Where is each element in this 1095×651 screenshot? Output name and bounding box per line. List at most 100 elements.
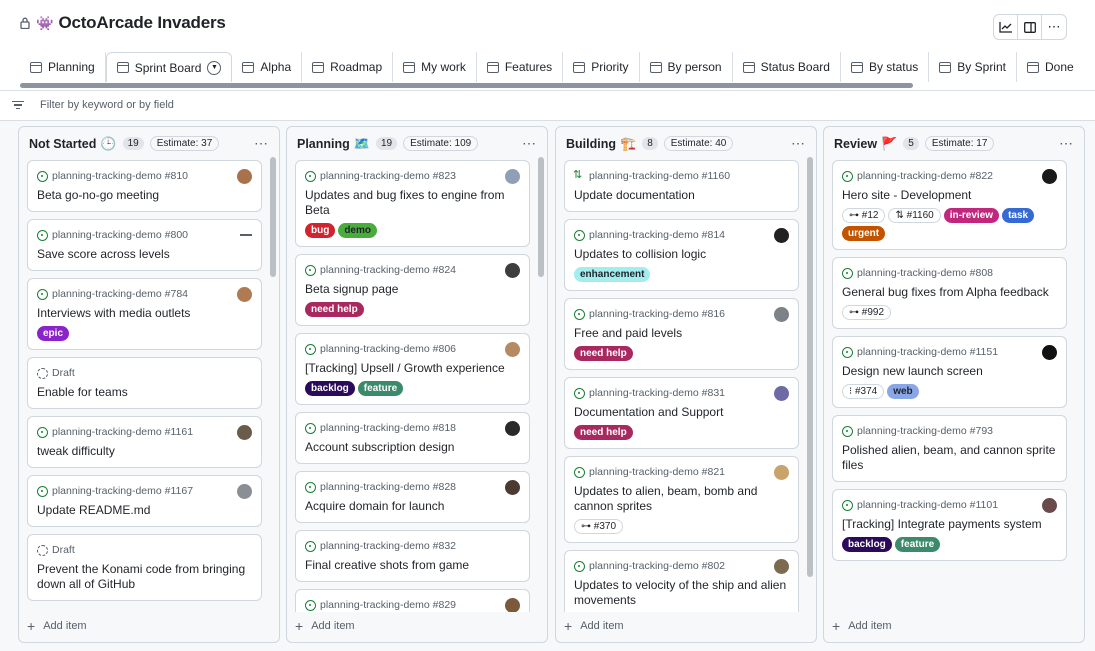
tab-priority[interactable]: Priority (563, 52, 640, 82)
item-title[interactable]: Enable for teams (37, 385, 252, 400)
column-scrollbar[interactable] (807, 157, 813, 577)
item-reference[interactable]: planning-tracking-demo #793 (857, 425, 993, 437)
tabs-scrollbar[interactable] (20, 83, 913, 88)
item-reference[interactable]: planning-tracking-demo #1167 (52, 485, 193, 497)
item-title[interactable]: Documentation and Support (574, 405, 789, 420)
item-title[interactable]: Save score across levels (37, 247, 252, 262)
label-epic[interactable]: epic (37, 326, 70, 341)
item-reference[interactable]: planning-tracking-demo #806 (320, 343, 456, 355)
avatar[interactable] (505, 169, 520, 184)
tab-by-person[interactable]: By person (640, 52, 733, 82)
chevron-down-icon[interactable]: ▼ (207, 60, 222, 75)
avatar[interactable] (1042, 169, 1057, 184)
item-card[interactable]: planning-tracking-demo #810 Beta go-no-go… (27, 160, 262, 212)
more-options-button[interactable]: ⋯ (1042, 15, 1066, 39)
label-task[interactable]: task (1002, 208, 1035, 223)
avatar[interactable] (774, 465, 789, 480)
linked-ref[interactable]: ⊶ #12 (842, 208, 886, 223)
item-card[interactable]: planning-tracking-demo #814 Updates to co… (564, 219, 799, 291)
avatar[interactable] (774, 307, 789, 322)
item-reference[interactable]: planning-tracking-demo #1160 (589, 170, 730, 182)
tab-alpha[interactable]: Alpha (232, 52, 303, 82)
item-title[interactable]: Polished alien, beam, and cannon sprite … (842, 443, 1057, 473)
linked-ref[interactable]: ⊶ #370 (574, 519, 624, 534)
item-card[interactable]: Draft Enable for teams (27, 357, 262, 409)
item-title[interactable]: Prevent the Konami code from bringing do… (37, 562, 252, 592)
label-backlog[interactable]: backlog (842, 537, 892, 552)
avatar[interactable] (774, 386, 789, 401)
label-feature[interactable]: feature (357, 381, 404, 396)
avatar[interactable] (505, 263, 520, 278)
avatar[interactable] (237, 287, 252, 302)
add-item-button[interactable]: + Add item (295, 618, 355, 634)
item-title[interactable]: Design new launch screen (842, 364, 1057, 379)
add-item-button[interactable]: + Add item (832, 618, 892, 634)
column-menu-button[interactable]: ⋯ (522, 135, 537, 152)
avatar[interactable] (774, 228, 789, 243)
item-title[interactable]: [Tracking] Upsell / Growth experience (305, 361, 520, 376)
item-reference[interactable]: planning-tracking-demo #784 (52, 288, 188, 300)
label-bug[interactable]: bug (305, 223, 336, 238)
item-title[interactable]: Updates to alien, beam, bomb and cannon … (574, 484, 789, 514)
avatar[interactable] (237, 169, 252, 184)
item-reference[interactable]: planning-tracking-demo #828 (320, 481, 456, 493)
tab-sprint-board[interactable]: Sprint Board ▼ (105, 52, 233, 82)
item-reference[interactable]: planning-tracking-demo #822 (857, 170, 993, 182)
column-menu-button[interactable]: ⋯ (791, 135, 806, 152)
item-card[interactable]: planning-tracking-demo #832 Final creativ… (295, 530, 530, 582)
item-title[interactable]: Updates to velocity of the ship and alie… (574, 578, 789, 608)
linked-ref[interactable]: ⇅ #1160 (888, 208, 941, 223)
item-card[interactable]: planning-tracking-demo #831 Documentation… (564, 377, 799, 449)
avatar[interactable] (505, 480, 520, 495)
item-reference[interactable]: planning-tracking-demo #818 (320, 422, 456, 434)
label-web[interactable]: web (887, 384, 919, 399)
linked-ref[interactable]: ⊶ #992 (842, 305, 892, 320)
item-title[interactable]: tweak difficulty (37, 444, 252, 459)
item-card[interactable]: planning-tracking-demo #784 Interviews wi… (27, 278, 262, 350)
item-card[interactable]: planning-tracking-demo #1160 Update docum… (564, 160, 799, 212)
item-card[interactable]: planning-tracking-demo #808 General bug f… (832, 257, 1067, 329)
item-title[interactable]: Updates and bug fixes to engine from Bet… (305, 188, 520, 218)
item-reference[interactable]: planning-tracking-demo #1101 (857, 499, 998, 511)
filter-input[interactable]: Filter by keyword or by field (40, 99, 174, 111)
column-scrollbar[interactable] (538, 157, 544, 277)
item-title[interactable]: Final creative shots from game (305, 558, 520, 573)
item-card[interactable]: planning-tracking-demo #828 Acquire domai… (295, 471, 530, 523)
label-feature[interactable]: feature (894, 537, 941, 552)
item-card[interactable]: planning-tracking-demo #818 Account subsc… (295, 412, 530, 464)
item-card[interactable]: planning-tracking-demo #806 [Tracking] Up… (295, 333, 530, 405)
label-demo[interactable]: demo (338, 223, 377, 238)
item-title[interactable]: Hero site - Development (842, 188, 1057, 203)
column-scrollbar[interactable] (270, 157, 276, 277)
item-title[interactable]: Update documentation (574, 188, 789, 203)
item-title[interactable]: General bug fixes from Alpha feedback (842, 285, 1057, 300)
layout-button[interactable] (1018, 15, 1042, 39)
item-card[interactable]: planning-tracking-demo #829 (295, 589, 530, 612)
item-title[interactable]: Update README.md (37, 503, 252, 518)
item-reference[interactable]: planning-tracking-demo #823 (320, 170, 456, 182)
item-reference[interactable]: planning-tracking-demo #810 (52, 170, 188, 182)
item-card[interactable]: planning-tracking-demo #821 Updates to al… (564, 456, 799, 543)
filter-bar[interactable]: Filter by keyword or by field (12, 99, 174, 111)
label-need-help[interactable]: need help (305, 302, 364, 317)
tab-planning[interactable]: Planning (20, 52, 106, 82)
avatar[interactable] (237, 484, 252, 499)
tab-status-board[interactable]: Status Board (733, 52, 841, 82)
item-reference[interactable]: planning-tracking-demo #824 (320, 264, 456, 276)
item-card[interactable]: planning-tracking-demo #800 Save score ac… (27, 219, 262, 271)
tab-features[interactable]: Features (477, 52, 564, 82)
item-title[interactable]: Beta go-no-go meeting (37, 188, 252, 203)
label-backlog[interactable]: backlog (305, 381, 355, 396)
avatar[interactable] (1042, 498, 1057, 513)
item-title[interactable]: Account subscription design (305, 440, 520, 455)
item-reference[interactable]: planning-tracking-demo #1151 (857, 346, 998, 358)
item-card[interactable]: planning-tracking-demo #802 Updates to ve… (564, 550, 799, 612)
avatar[interactable] (505, 598, 520, 612)
column-menu-button[interactable]: ⋯ (1059, 135, 1074, 152)
item-reference[interactable]: planning-tracking-demo #1161 (52, 426, 193, 438)
avatar[interactable] (1042, 345, 1057, 360)
item-reference[interactable]: planning-tracking-demo #800 (52, 229, 188, 241)
tab-my-work[interactable]: My work (393, 52, 477, 82)
column-menu-button[interactable]: ⋯ (254, 135, 269, 152)
tab-by-status[interactable]: By status (841, 52, 930, 82)
